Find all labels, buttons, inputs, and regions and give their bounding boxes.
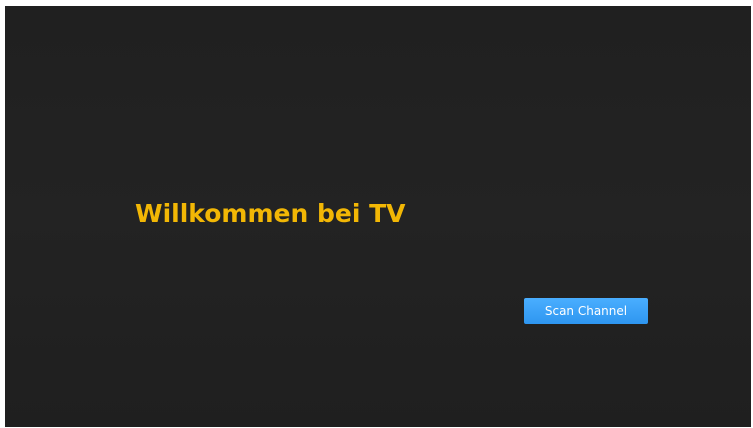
welcome-heading: Willkommen bei TV [135,199,406,228]
scan-channel-button[interactable]: Scan Channel [524,298,648,324]
tv-frame: Willkommen bei TV Scan Channel [0,0,753,428]
tv-screen: Willkommen bei TV Scan Channel [5,6,751,427]
